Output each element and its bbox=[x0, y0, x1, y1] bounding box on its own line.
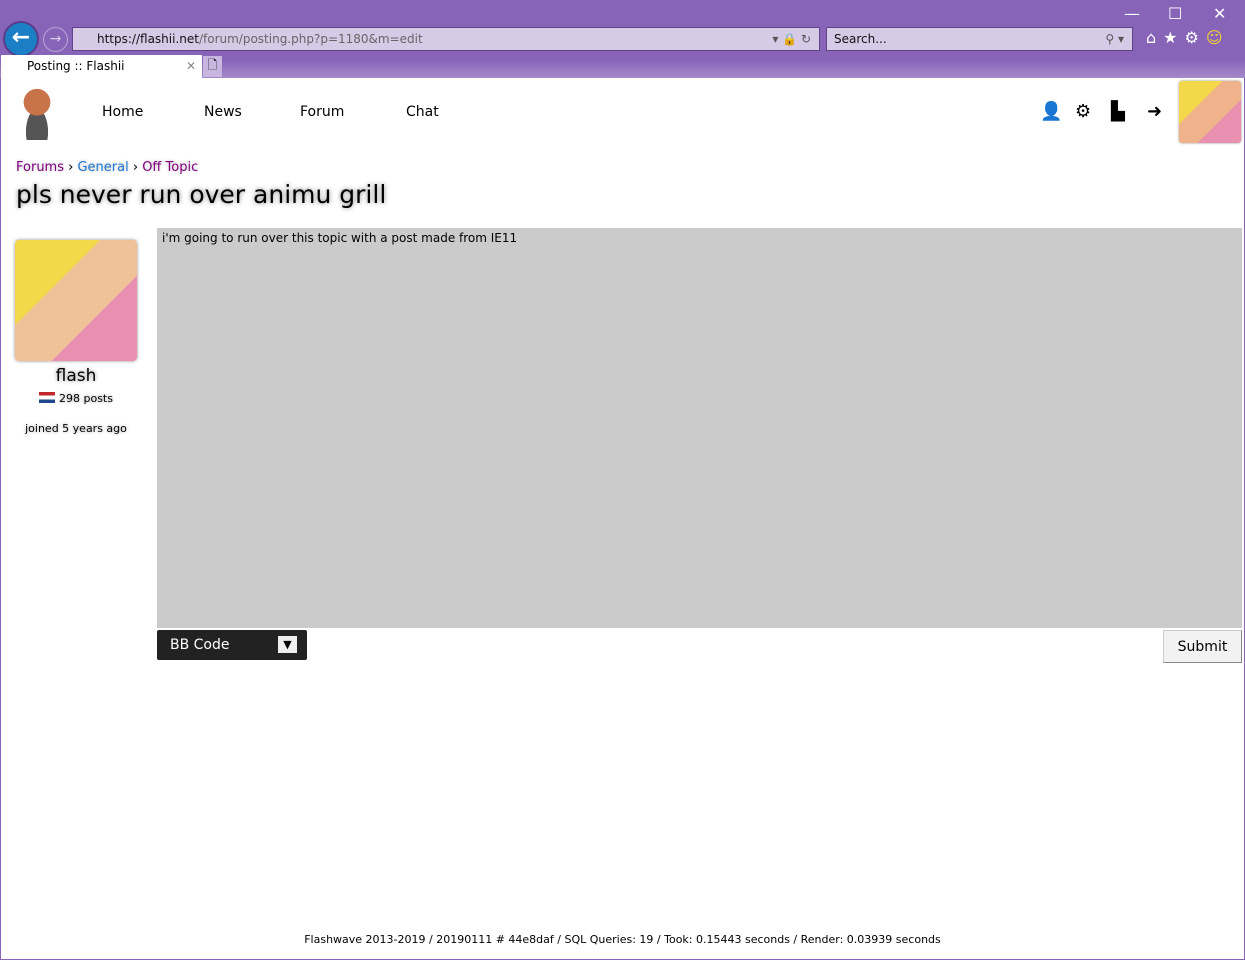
tab-title: Posting :: Flashii bbox=[27, 59, 125, 73]
nav-chat[interactable]: Chat bbox=[406, 104, 439, 120]
footer: Flashwave 2013-2019 / 20190111 # 44e8daf… bbox=[304, 933, 941, 946]
chevron-right-icon: › bbox=[132, 160, 143, 175]
post-count: 298 posts bbox=[1, 392, 151, 405]
nav-forum[interactable]: Forum bbox=[300, 104, 344, 120]
site-logo[interactable] bbox=[15, 86, 59, 140]
breadcrumb-forums[interactable]: Forums bbox=[16, 160, 64, 175]
browser-chrome: — ☐ ✕ ← → https://flashii.net/forum/post… bbox=[0, 0, 1245, 78]
url-host: https://flashii.net bbox=[97, 32, 199, 46]
gear-icon[interactable]: ⚙ bbox=[1185, 28, 1206, 47]
page-title: pls never run over animu grill bbox=[16, 180, 387, 209]
search-placeholder: Search... bbox=[834, 32, 887, 46]
home-icon[interactable]: ⌂ bbox=[1146, 28, 1163, 47]
minimize-button[interactable]: — bbox=[1124, 4, 1140, 23]
joined-date: joined 5 years ago bbox=[25, 422, 127, 435]
nav-news[interactable]: News bbox=[204, 104, 242, 120]
close-window-button[interactable]: ✕ bbox=[1213, 4, 1226, 23]
username[interactable]: flash bbox=[1, 366, 151, 386]
url-path: /forum/posting.php?p=1180&m=edit bbox=[198, 32, 423, 46]
user-avatar[interactable] bbox=[15, 240, 137, 361]
close-tab-icon[interactable]: ✕ bbox=[186, 55, 196, 77]
nav-home[interactable]: Home bbox=[102, 104, 143, 120]
breadcrumb-off-topic[interactable]: Off Topic bbox=[142, 160, 198, 175]
breadcrumb: Forums › General › Off Topic bbox=[16, 160, 198, 175]
logout-icon[interactable]: ➜ bbox=[1147, 101, 1162, 122]
breadcrumb-general[interactable]: General bbox=[77, 160, 128, 175]
smiley-icon[interactable]: ☺ bbox=[1206, 28, 1230, 47]
flag-nl-icon bbox=[39, 392, 55, 403]
search-icon[interactable]: ⚲ ▾ bbox=[1105, 28, 1124, 50]
forward-button[interactable]: → bbox=[43, 27, 68, 52]
new-tab-button[interactable]: 🗋 bbox=[203, 56, 222, 77]
maximize-button[interactable]: ☐ bbox=[1168, 4, 1182, 23]
star-icon[interactable]: ★ bbox=[1163, 28, 1184, 47]
settings-icon[interactable]: ⚙ bbox=[1075, 101, 1091, 122]
post-textarea[interactable]: i'm going to run over this topic with a … bbox=[157, 228, 1242, 628]
chevron-down-icon[interactable]: ▼ bbox=[278, 636, 297, 653]
lock-refresh-icon[interactable]: ▾ 🔒 ↻ bbox=[772, 28, 811, 50]
address-bar[interactable]: https://flashii.net/forum/posting.php?p=… bbox=[72, 27, 820, 51]
parser-value: BB Code bbox=[170, 637, 230, 653]
back-button[interactable]: ← bbox=[3, 21, 39, 57]
user-avatar-small[interactable] bbox=[1179, 81, 1241, 143]
user-icon[interactable]: 👤 bbox=[1040, 101, 1062, 122]
post-count-text: 298 posts bbox=[59, 392, 113, 405]
page: Home News Forum Chat 👤 ⚙ ▙ ➜ Forums › Ge… bbox=[1, 78, 1244, 959]
search-input[interactable]: Search... ⚲ ▾ bbox=[826, 27, 1133, 51]
submit-button[interactable]: Submit bbox=[1163, 630, 1242, 663]
door-icon[interactable]: ▙ bbox=[1111, 101, 1125, 122]
browser-tab[interactable]: Posting :: Flashii ✕ bbox=[1, 55, 202, 78]
parser-select[interactable]: BB Code ▼ bbox=[157, 630, 307, 660]
